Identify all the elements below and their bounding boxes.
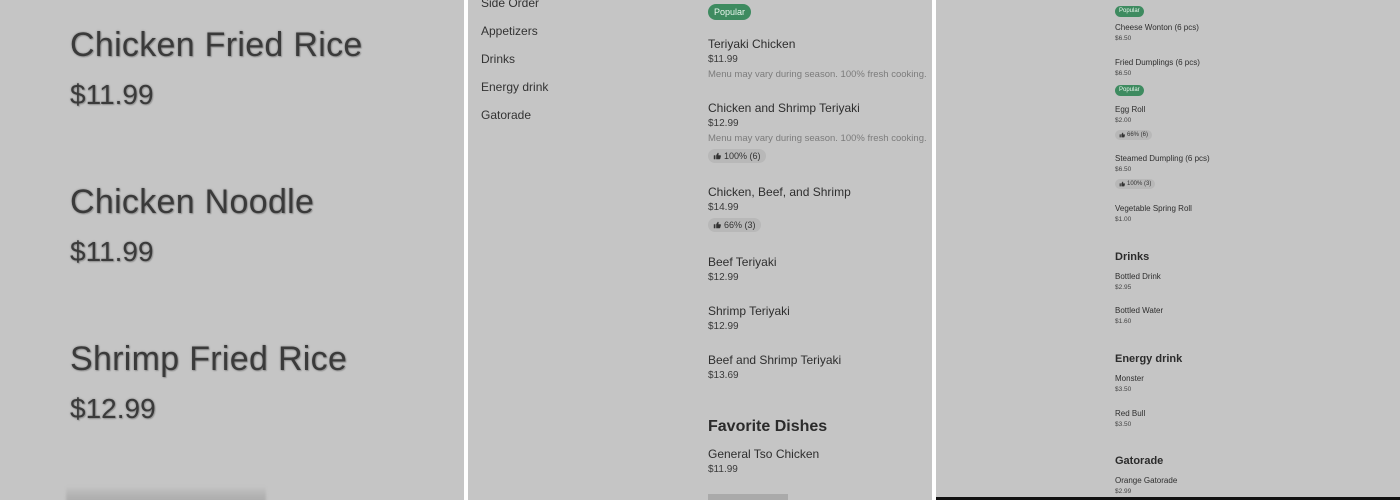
menu-item[interactable]: Bottled Drink $2.95	[1115, 272, 1161, 292]
item-price: $11.99	[708, 54, 738, 65]
item-price: $13.69	[708, 370, 739, 381]
menu-item[interactable]: Steamed Dumpling (6 pcs) $6.50 100% (3)	[1115, 154, 1210, 192]
item-price: $1.00	[1115, 216, 1132, 223]
item-name: Shrimp Teriyaki	[708, 304, 790, 318]
menu-item[interactable]: Fried Dumplings (6 pcs) $6.50 Popular	[1115, 58, 1200, 96]
item-name: Orange Gatorade	[1115, 476, 1178, 485]
menu-item[interactable]: Orange Gatorade $2.99	[1115, 476, 1177, 496]
item-name: Cheese Wonton (6 pcs)	[1115, 23, 1199, 32]
category-drinks[interactable]: Drinks	[481, 49, 548, 77]
item-name: Egg Roll	[1115, 105, 1146, 114]
menu-item[interactable]: Chicken, Beef, and Shrimp $14.99 66% (3)	[708, 185, 928, 234]
item-name: General Tso Chicken	[708, 447, 820, 461]
rating-badge: 100% (3)	[1115, 179, 1156, 189]
menu-item[interactable]: Beef and Shrimp Teriyaki $13.69	[708, 353, 928, 382]
item-name: Steamed Dumpling (6 pcs)	[1115, 154, 1210, 163]
item-name: Chicken, Beef, and Shrimp	[708, 185, 851, 199]
item-name: Chicken and Shrimp Teriyaki	[708, 101, 860, 115]
item-name: Monster	[1115, 374, 1144, 383]
item-price: $3.50	[1115, 386, 1132, 393]
category-appetizers[interactable]: Appetizers	[481, 21, 548, 49]
category-energy-drink[interactable]: Energy drink	[481, 77, 548, 105]
item-price: $6.50	[1115, 166, 1132, 173]
item-name: Chicken Noodle	[70, 183, 315, 221]
item-price: $14.99	[708, 202, 739, 213]
rating-text: 100% (6)	[724, 151, 761, 161]
menu-item[interactable]: Chicken Fried Rice $11.99	[70, 26, 363, 111]
menu-item[interactable]: Egg Roll $2.00 66% (6)	[1115, 105, 1153, 143]
menu-item[interactable]: Chicken and Shrimp Teriyaki $12.99 Menu …	[708, 101, 928, 165]
item-name: Bottled Drink	[1115, 272, 1161, 281]
menu-item[interactable]: Shrimp Teriyaki $12.99	[708, 304, 928, 333]
item-name: Red Bull	[1115, 409, 1146, 418]
thumbs-up-icon	[713, 152, 721, 160]
rating-text: 100% (3)	[1127, 181, 1152, 187]
item-price: $12.99	[70, 393, 156, 424]
menu-item[interactable]: Red Bull $3.50	[1115, 409, 1145, 429]
menu-panel: Side Order Appetizers Drinks Energy drin…	[468, 0, 932, 500]
item-price: $11.99	[70, 79, 154, 110]
item-description: Menu may vary during season. 100% fresh …	[708, 69, 927, 80]
thumbs-up-icon	[1119, 132, 1125, 138]
item-price: $11.99	[70, 236, 154, 267]
item-name: Chicken Fried Rice	[70, 26, 363, 64]
cut-off-item	[66, 486, 266, 500]
menu-item[interactable]: General Tso Chicken $11.99	[708, 447, 928, 476]
popular-badge: Popular	[1115, 85, 1144, 96]
rating-badge: 66% (6)	[1115, 130, 1153, 140]
item-price: $2.00	[1115, 117, 1132, 124]
menu-item[interactable]: Bottled Water $1.60	[1115, 306, 1163, 326]
menu-item[interactable]: Cheese Wonton (6 pcs) $6.50	[1115, 23, 1199, 43]
section-title-gatorade: Gatorade	[1115, 455, 1164, 467]
rating-text: 66% (3)	[724, 220, 756, 230]
item-price: $11.99	[708, 464, 738, 475]
item-name: Teriyaki Chicken	[708, 37, 796, 51]
category-side-order[interactable]: Side Order	[481, 0, 548, 21]
section-title-drinks: Drinks	[1115, 251, 1150, 263]
section-title-energy: Energy drink	[1115, 353, 1183, 365]
category-sidebar: Side Order Appetizers Drinks Energy drin…	[481, 0, 548, 133]
thumbs-up-icon	[713, 221, 721, 229]
item-price: $6.50	[1115, 70, 1132, 77]
zoomed-menu-panel: Chicken Fried Rice $11.99 Chicken Noodle…	[0, 0, 464, 500]
rating-badge: 100% (6)	[708, 149, 766, 163]
item-name: Bottled Water	[1115, 306, 1164, 315]
category-gatorade[interactable]: Gatorade	[481, 105, 548, 133]
item-name: Beef and Shrimp Teriyaki	[708, 353, 842, 367]
item-name: Fried Dumplings (6 pcs)	[1115, 58, 1200, 67]
item-price: $12.99	[708, 118, 739, 129]
rating-text: 66% (6)	[1127, 132, 1149, 138]
menu-item[interactable]: Beef Teriyaki $12.99	[708, 255, 928, 284]
rating-badge: 66% (3)	[708, 218, 761, 232]
item-price: $6.50	[1115, 35, 1132, 42]
popular-badge: Popular	[708, 4, 752, 20]
item-price: $12.99	[708, 321, 739, 332]
menu-panel-small: Popular Cheese Wonton (6 pcs) $6.50 Frie…	[936, 0, 1400, 500]
popular-badge: Popular	[1115, 6, 1144, 17]
item-price: $2.95	[1115, 284, 1132, 291]
item-price: $3.50	[1115, 421, 1132, 428]
item-price: $1.60	[1115, 318, 1132, 325]
thumbs-up-icon	[1119, 181, 1125, 187]
menu-item[interactable]: Teriyaki Chicken $11.99 Menu may vary du…	[708, 37, 928, 81]
item-description: Menu may vary during season. 100% fresh …	[708, 133, 927, 144]
section-title: Favorite Dishes	[708, 418, 828, 435]
menu-item[interactable]: Shrimp Fried Rice $12.99	[70, 340, 347, 425]
menu-item[interactable]: Vegetable Spring Roll $1.00	[1115, 204, 1192, 224]
item-price: $12.99	[708, 272, 739, 283]
item-price: $2.99	[1115, 488, 1132, 495]
menu-item[interactable]: Monster $3.50	[1115, 374, 1144, 394]
item-name: Vegetable Spring Roll	[1115, 204, 1192, 213]
menu-item[interactable]: Chicken Noodle $11.99	[70, 183, 314, 268]
item-name: Beef Teriyaki	[708, 255, 777, 269]
cut-off-item	[708, 494, 928, 500]
item-name: Shrimp Fried Rice	[70, 340, 348, 378]
